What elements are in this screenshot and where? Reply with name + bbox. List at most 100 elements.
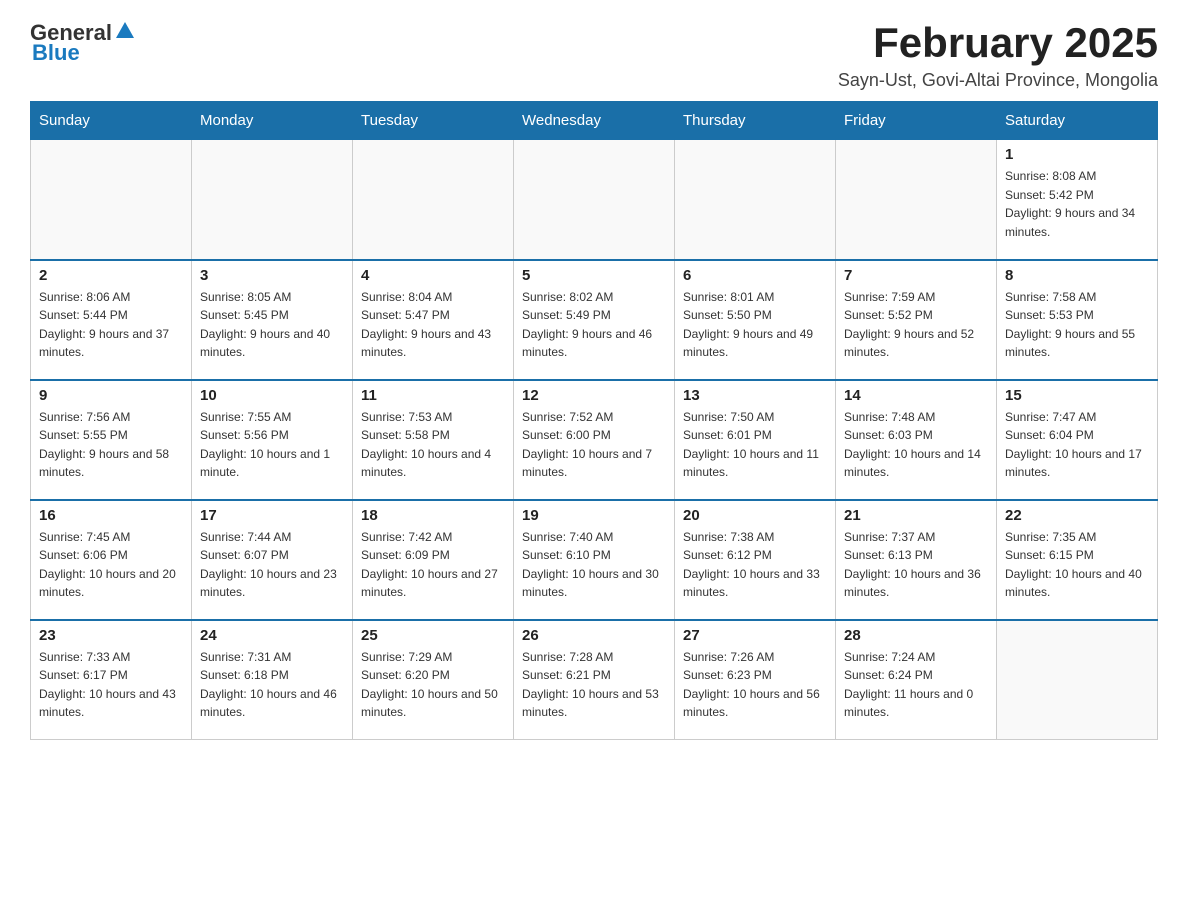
- day-number: 15: [1005, 387, 1149, 404]
- calendar-cell: 18 Sunrise: 7:42 AMSunset: 6:09 PMDayligh…: [353, 500, 514, 620]
- day-info: Sunrise: 7:28 AMSunset: 6:21 PMDaylight:…: [522, 648, 666, 722]
- calendar-cell: 12 Sunrise: 7:52 AMSunset: 6:00 PMDayligh…: [514, 380, 675, 500]
- page-header: General Blue February 2025 Sayn-Ust, Gov…: [30, 20, 1158, 91]
- day-info: Sunrise: 8:01 AMSunset: 5:50 PMDaylight:…: [683, 288, 827, 362]
- day-number: 18: [361, 507, 505, 524]
- day-number: 21: [844, 507, 988, 524]
- calendar-cell: 20 Sunrise: 7:38 AMSunset: 6:12 PMDayligh…: [675, 500, 836, 620]
- day-info: Sunrise: 7:44 AMSunset: 6:07 PMDaylight:…: [200, 528, 344, 602]
- calendar-table: SundayMondayTuesdayWednesdayThursdayFrid…: [30, 101, 1158, 740]
- day-number: 12: [522, 387, 666, 404]
- day-number: 3: [200, 267, 344, 284]
- calendar-cell: 25 Sunrise: 7:29 AMSunset: 6:20 PMDayligh…: [353, 620, 514, 740]
- day-info: Sunrise: 7:24 AMSunset: 6:24 PMDaylight:…: [844, 648, 988, 722]
- day-number: 10: [200, 387, 344, 404]
- calendar-header-friday: Friday: [836, 102, 997, 140]
- day-number: 8: [1005, 267, 1149, 284]
- day-number: 16: [39, 507, 183, 524]
- calendar-cell: 24Sunrise: 7:31 AMSunset: 6:18 PMDayligh…: [192, 620, 353, 740]
- calendar-cell: 16 Sunrise: 7:45 AMSunset: 6:06 PMDayligh…: [31, 500, 192, 620]
- calendar-cell: 5Sunrise: 8:02 AMSunset: 5:49 PMDaylight…: [514, 260, 675, 380]
- day-number: 19: [522, 507, 666, 524]
- logo-text-blue: Blue: [32, 40, 80, 66]
- calendar-cell: 2 Sunrise: 8:06 AMSunset: 5:44 PMDaylight…: [31, 260, 192, 380]
- day-info: Sunrise: 8:02 AMSunset: 5:49 PMDaylight:…: [522, 288, 666, 362]
- day-info: Sunrise: 7:38 AMSunset: 6:12 PMDaylight:…: [683, 528, 827, 602]
- calendar-week-row: 9Sunrise: 7:56 AMSunset: 5:55 PMDaylight…: [31, 380, 1158, 500]
- calendar-cell: 17 Sunrise: 7:44 AMSunset: 6:07 PMDayligh…: [192, 500, 353, 620]
- calendar-cell: [675, 140, 836, 260]
- day-number: 2: [39, 267, 183, 284]
- day-number: 23: [39, 627, 183, 644]
- day-info: Sunrise: 7:40 AMSunset: 6:10 PMDaylight:…: [522, 528, 666, 602]
- calendar-cell: 21 Sunrise: 7:37 AMSunset: 6:13 PMDayligh…: [836, 500, 997, 620]
- day-info: Sunrise: 7:45 AMSunset: 6:06 PMDaylight:…: [39, 528, 183, 602]
- day-number: 1: [1005, 146, 1149, 163]
- calendar-cell: 14 Sunrise: 7:48 AMSunset: 6:03 PMDayligh…: [836, 380, 997, 500]
- day-info: Sunrise: 7:48 AMSunset: 6:03 PMDaylight:…: [844, 408, 988, 482]
- calendar-cell: 26 Sunrise: 7:28 AMSunset: 6:21 PMDayligh…: [514, 620, 675, 740]
- month-title: February 2025: [838, 20, 1158, 66]
- logo: General Blue: [30, 20, 136, 66]
- day-number: 11: [361, 387, 505, 404]
- calendar-cell: [836, 140, 997, 260]
- day-info: Sunrise: 7:52 AMSunset: 6:00 PMDaylight:…: [522, 408, 666, 482]
- day-number: 27: [683, 627, 827, 644]
- calendar-header-sunday: Sunday: [31, 102, 192, 140]
- day-number: 26: [522, 627, 666, 644]
- day-info: Sunrise: 7:58 AMSunset: 5:53 PMDaylight:…: [1005, 288, 1149, 362]
- day-info: Sunrise: 8:05 AMSunset: 5:45 PMDaylight:…: [200, 288, 344, 362]
- day-number: 6: [683, 267, 827, 284]
- calendar-header-row: SundayMondayTuesdayWednesdayThursdayFrid…: [31, 102, 1158, 140]
- calendar-cell: [514, 140, 675, 260]
- title-block: February 2025 Sayn-Ust, Govi-Altai Provi…: [838, 20, 1158, 91]
- day-number: 22: [1005, 507, 1149, 524]
- day-number: 14: [844, 387, 988, 404]
- calendar-cell: 4 Sunrise: 8:04 AMSunset: 5:47 PMDaylight…: [353, 260, 514, 380]
- calendar-header-tuesday: Tuesday: [353, 102, 514, 140]
- day-info: Sunrise: 7:29 AMSunset: 6:20 PMDaylight:…: [361, 648, 505, 722]
- day-info: Sunrise: 7:42 AMSunset: 6:09 PMDaylight:…: [361, 528, 505, 602]
- day-number: 28: [844, 627, 988, 644]
- calendar-cell: 3 Sunrise: 8:05 AMSunset: 5:45 PMDaylight…: [192, 260, 353, 380]
- day-number: 25: [361, 627, 505, 644]
- calendar-cell: 6 Sunrise: 8:01 AMSunset: 5:50 PMDaylight…: [675, 260, 836, 380]
- calendar-cell: [997, 620, 1158, 740]
- day-number: 7: [844, 267, 988, 284]
- day-info: Sunrise: 7:55 AMSunset: 5:56 PMDaylight:…: [200, 408, 344, 482]
- calendar-cell: 23 Sunrise: 7:33 AMSunset: 6:17 PMDayligh…: [31, 620, 192, 740]
- day-number: 20: [683, 507, 827, 524]
- calendar-cell: [192, 140, 353, 260]
- logo-icon: [114, 20, 136, 42]
- calendar-week-row: 23 Sunrise: 7:33 AMSunset: 6:17 PMDayligh…: [31, 620, 1158, 740]
- calendar-cell: 7 Sunrise: 7:59 AMSunset: 5:52 PMDaylight…: [836, 260, 997, 380]
- day-info: Sunrise: 7:37 AMSunset: 6:13 PMDaylight:…: [844, 528, 988, 602]
- calendar-cell: 22Sunrise: 7:35 AMSunset: 6:15 PMDayligh…: [997, 500, 1158, 620]
- day-info: Sunrise: 7:47 AMSunset: 6:04 PMDaylight:…: [1005, 408, 1149, 482]
- calendar-header-saturday: Saturday: [997, 102, 1158, 140]
- calendar-cell: 1 Sunrise: 8:08 AMSunset: 5:42 PMDaylight…: [997, 140, 1158, 260]
- day-number: 4: [361, 267, 505, 284]
- calendar-cell: 28 Sunrise: 7:24 AMSunset: 6:24 PMDayligh…: [836, 620, 997, 740]
- day-info: Sunrise: 7:31 AMSunset: 6:18 PMDaylight:…: [200, 648, 344, 722]
- day-info: Sunrise: 7:50 AMSunset: 6:01 PMDaylight:…: [683, 408, 827, 482]
- calendar-cell: [353, 140, 514, 260]
- calendar-header-wednesday: Wednesday: [514, 102, 675, 140]
- calendar-cell: 11 Sunrise: 7:53 AMSunset: 5:58 PMDayligh…: [353, 380, 514, 500]
- day-info: Sunrise: 7:33 AMSunset: 6:17 PMDaylight:…: [39, 648, 183, 722]
- day-info: Sunrise: 7:26 AMSunset: 6:23 PMDaylight:…: [683, 648, 827, 722]
- day-number: 13: [683, 387, 827, 404]
- calendar-header-thursday: Thursday: [675, 102, 836, 140]
- calendar-cell: 27 Sunrise: 7:26 AMSunset: 6:23 PMDayligh…: [675, 620, 836, 740]
- day-number: 17: [200, 507, 344, 524]
- day-info: Sunrise: 7:56 AMSunset: 5:55 PMDaylight:…: [39, 408, 183, 482]
- day-info: Sunrise: 7:53 AMSunset: 5:58 PMDaylight:…: [361, 408, 505, 482]
- day-info: Sunrise: 8:08 AMSunset: 5:42 PMDaylight:…: [1005, 167, 1149, 241]
- day-info: Sunrise: 8:04 AMSunset: 5:47 PMDaylight:…: [361, 288, 505, 362]
- calendar-week-row: 2 Sunrise: 8:06 AMSunset: 5:44 PMDaylight…: [31, 260, 1158, 380]
- calendar-cell: 15 Sunrise: 7:47 AMSunset: 6:04 PMDayligh…: [997, 380, 1158, 500]
- calendar-cell: 9Sunrise: 7:56 AMSunset: 5:55 PMDaylight…: [31, 380, 192, 500]
- day-info: Sunrise: 8:06 AMSunset: 5:44 PMDaylight:…: [39, 288, 183, 362]
- calendar-cell: 8 Sunrise: 7:58 AMSunset: 5:53 PMDaylight…: [997, 260, 1158, 380]
- day-info: Sunrise: 7:59 AMSunset: 5:52 PMDaylight:…: [844, 288, 988, 362]
